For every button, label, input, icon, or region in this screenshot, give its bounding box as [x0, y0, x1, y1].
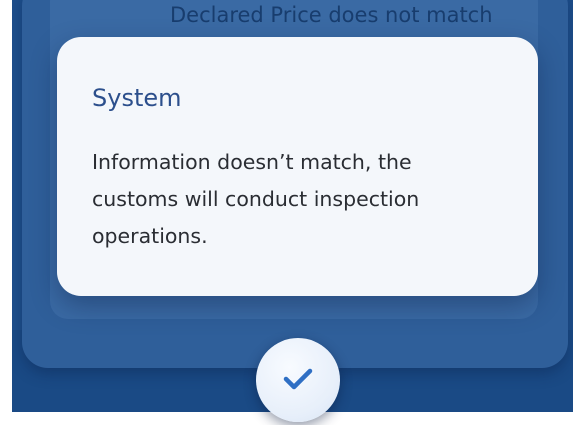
system-dialog: System Information doesn’t match, the cu… — [57, 37, 538, 296]
dialog-message: Information doesn’t match, the customs w… — [92, 150, 420, 248]
background-panel-text: Declared Price does not match — [170, 3, 493, 27]
checkmark-icon — [283, 368, 313, 390]
dialog-title: System — [92, 84, 182, 112]
game-screen: Declared Price does not match System Inf… — [0, 0, 573, 425]
confirm-button[interactable] — [256, 338, 340, 422]
